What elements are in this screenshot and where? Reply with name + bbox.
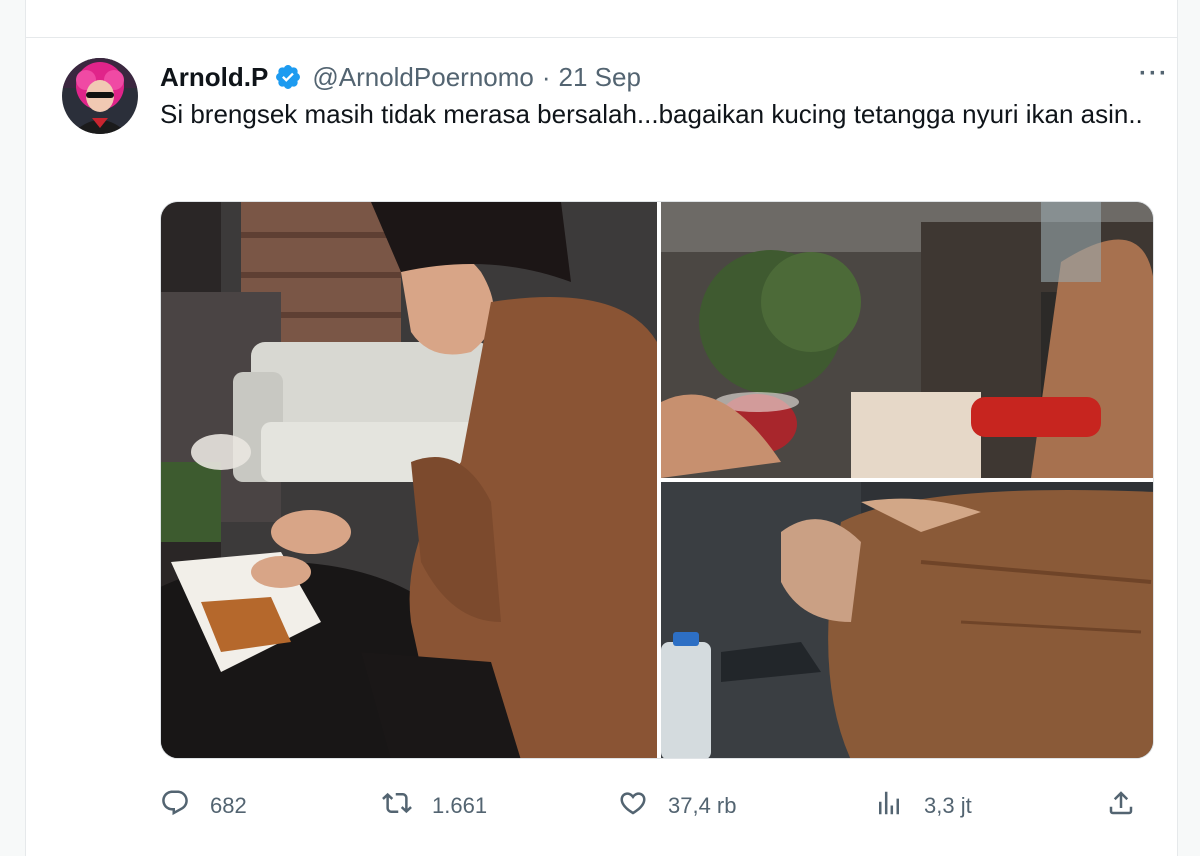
reply-icon bbox=[160, 788, 190, 824]
photo-1[interactable] bbox=[161, 202, 657, 759]
tweet[interactable]: Arnold.P @ArnoldPoernomo · 21 Sep ··· Si… bbox=[25, 37, 1178, 856]
retweet-count: 1.661 bbox=[432, 793, 488, 818]
views-button[interactable]: 3,3 jt bbox=[874, 788, 972, 824]
timeline: Arnold.P @ArnoldPoernomo · 21 Sep ··· Si… bbox=[0, 0, 1200, 856]
retweet-button[interactable]: 1.661 bbox=[382, 788, 487, 824]
tweet-actions: 682 1.661 37,4 rb 3,3 jt bbox=[160, 788, 1150, 824]
photo-2[interactable] bbox=[661, 202, 1154, 478]
share-icon bbox=[1106, 788, 1136, 824]
header-separator: · bbox=[541, 61, 551, 92]
reply-count: 682 bbox=[210, 793, 247, 818]
heart-icon bbox=[618, 788, 648, 824]
media-grid bbox=[160, 201, 1154, 759]
views-count: 3,3 jt bbox=[924, 793, 972, 818]
verified-badge-icon bbox=[274, 63, 302, 91]
tweet-date[interactable]: 21 Sep bbox=[559, 62, 641, 93]
like-count: 37,4 rb bbox=[668, 793, 737, 818]
tweet-text: Si brengsek masih tidak merasa bersalah.… bbox=[160, 99, 1143, 129]
author-name[interactable]: Arnold.P bbox=[160, 62, 268, 93]
views-icon bbox=[874, 788, 904, 824]
tweet-header: Arnold.P @ArnoldPoernomo · 21 Sep bbox=[160, 60, 1157, 94]
like-button[interactable]: 37,4 rb bbox=[618, 788, 737, 824]
retweet-icon bbox=[382, 788, 412, 824]
avatar[interactable] bbox=[62, 58, 138, 134]
photo-3[interactable] bbox=[661, 482, 1154, 759]
share-button[interactable] bbox=[1106, 788, 1136, 824]
author-handle[interactable]: @ArnoldPoernomo bbox=[312, 62, 534, 93]
more-options-icon[interactable]: ··· bbox=[1139, 62, 1169, 86]
previous-tweet-edge bbox=[25, 0, 1178, 38]
reply-button[interactable]: 682 bbox=[160, 788, 247, 824]
